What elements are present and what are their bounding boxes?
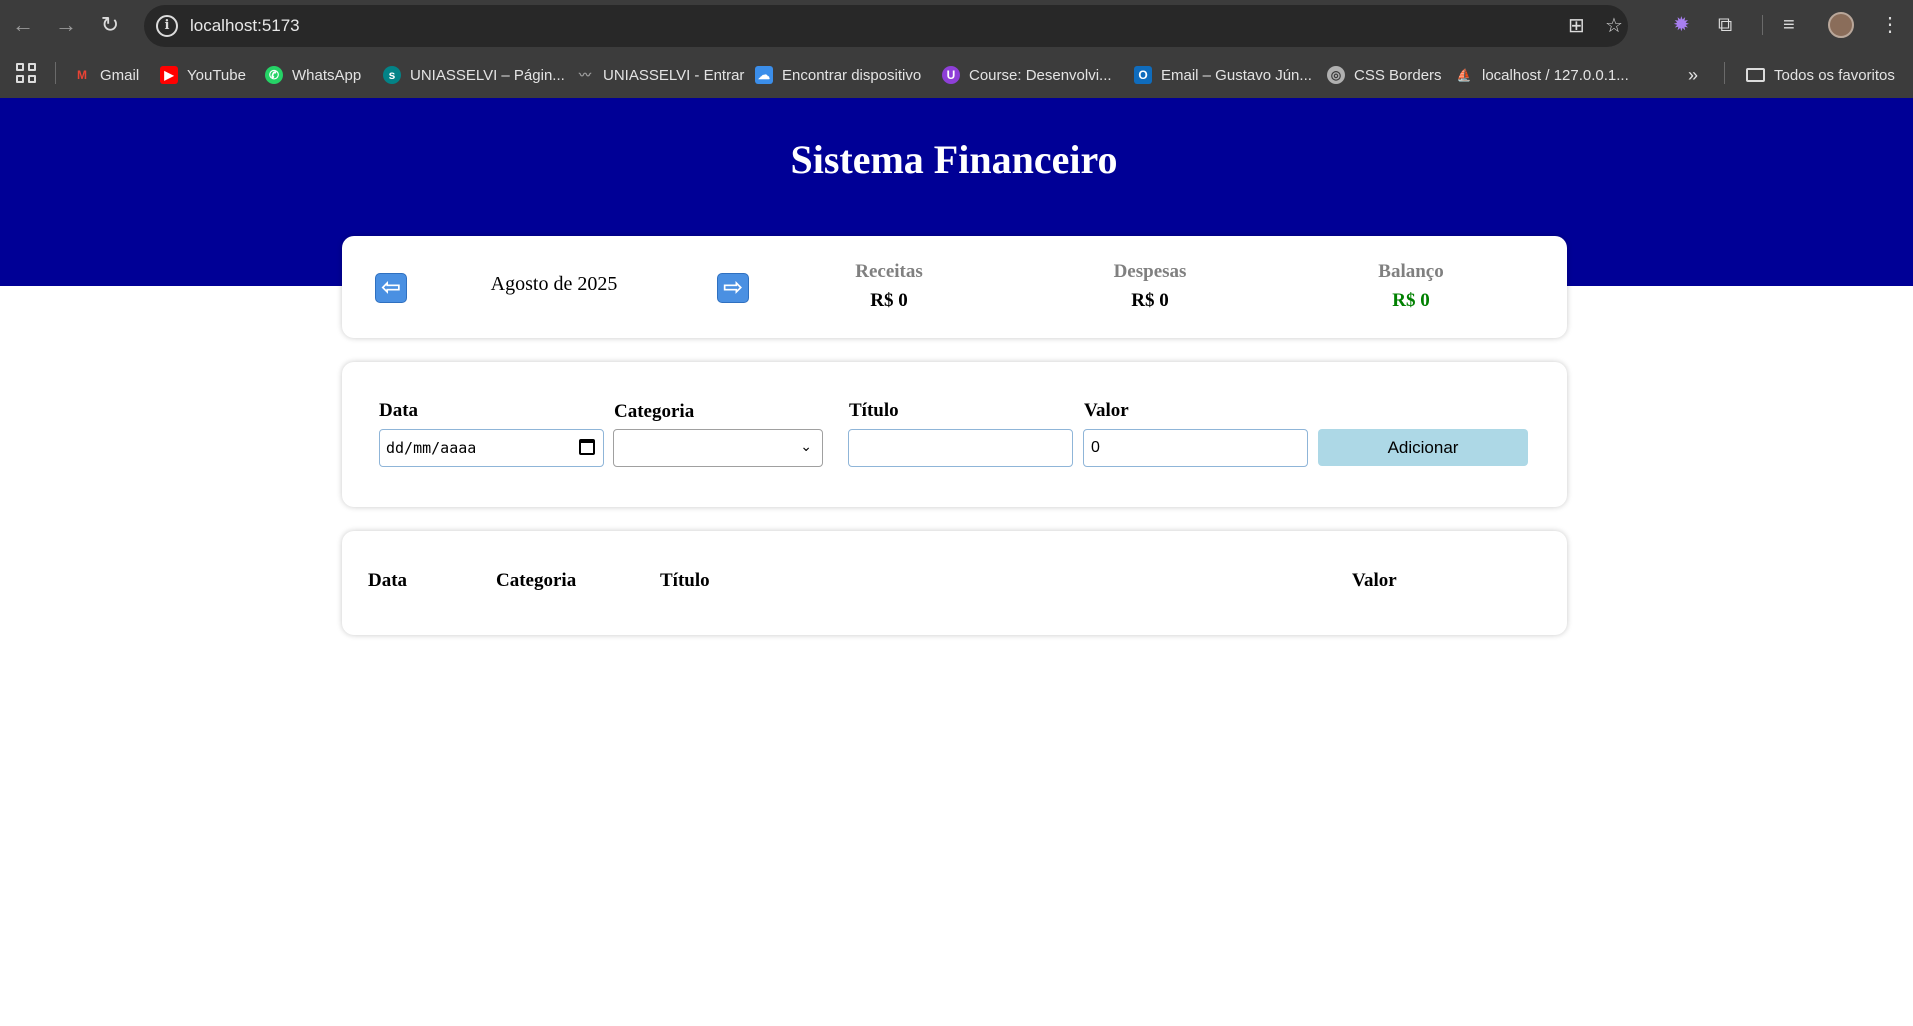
all-bookmarks-label: Todos os favoritos <box>1774 66 1895 84</box>
categoria-select[interactable]: ⌄ <box>613 429 823 467</box>
despesas-label: Despesas <box>1113 261 1187 282</box>
bookmark-label: UNIASSELVI – Págin... <box>410 66 565 84</box>
bookmark-encontrar-dispositivo[interactable]: ☁ Encontrar dispositivo <box>755 62 921 88</box>
receitas-label: Receitas <box>855 261 923 282</box>
balanco-label: Balanço <box>1378 261 1444 282</box>
extension-gear-icon[interactable]: ✹ <box>1673 12 1690 38</box>
prev-month-button[interactable]: ⇦ <box>375 273 407 303</box>
more-bookmarks-chevron-icon[interactable]: » <box>1688 62 1698 88</box>
site-info-icon[interactable]: i <box>156 15 178 37</box>
bookmark-youtube[interactable]: ▶ YouTube <box>160 62 246 88</box>
globe-icon: ◎ <box>1327 66 1345 84</box>
bookmark-label: UNIASSELVI - Entrar <box>603 66 745 84</box>
browser-toolbar: ← → ↻ i localhost:5173 ⊞ ☆ ✹ ⧉ ≡ ⋮ <box>0 0 1913 50</box>
reading-list-icon[interactable]: ≡ <box>1783 12 1795 38</box>
bookmark-localhost[interactable]: ⛵ localhost / 127.0.0.1... <box>1455 62 1629 88</box>
bookmark-label: Encontrar dispositivo <box>782 66 922 84</box>
bookmark-gmail[interactable]: M Gmail <box>73 62 139 88</box>
bookmark-label: Gmail <box>100 66 140 84</box>
bookmarks-divider <box>1724 62 1725 84</box>
apps-grid-icon[interactable] <box>16 63 36 83</box>
youtube-icon: ▶ <box>160 66 178 84</box>
phpmyadmin-icon: ⛵ <box>1456 68 1472 82</box>
browser-chrome: ← → ↻ i localhost:5173 ⊞ ☆ ✹ ⧉ ≡ ⋮ M Gma… <box>0 0 1913 98</box>
uniasselvi-icon: 〰 <box>578 68 591 82</box>
data-field-label: Data <box>379 400 419 421</box>
cloud-icon: ☁ <box>755 66 773 84</box>
titulo-input[interactable] <box>848 429 1073 467</box>
back-arrow-icon[interactable]: ← <box>10 12 36 38</box>
receitas-value: R$ 0 <box>870 290 908 311</box>
valor-input[interactable]: 0 <box>1083 429 1308 467</box>
column-header-data: Data <box>368 570 408 591</box>
bookmarks-divider <box>55 62 56 84</box>
date-input[interactable]: dd/mm/aaaa <box>379 429 604 467</box>
date-placeholder: dd/mm/aaaa <box>386 439 477 457</box>
info-card: ⇦ Agosto de 2025 ⇨ Receitas R$ 0 Despesa… <box>342 236 1567 338</box>
bookmark-star-icon[interactable]: ☆ <box>1605 14 1623 38</box>
toolbar-divider <box>1762 15 1763 35</box>
bookmark-course[interactable]: U Course: Desenvolvi... <box>942 62 1112 88</box>
bookmark-uniasselvi-pagina[interactable]: s UNIASSELVI – Págin... <box>383 62 565 88</box>
valor-value: 0 <box>1091 439 1100 456</box>
column-header-titulo: Título <box>660 570 710 591</box>
bookmark-uniasselvi-entrar[interactable]: 〰 UNIASSELVI - Entrar <box>576 62 744 88</box>
menu-kebab-icon[interactable]: ⋮ <box>1880 12 1900 38</box>
column-header-valor: Valor <box>1352 570 1397 591</box>
bookmark-whatsapp[interactable]: ✆ WhatsApp <box>265 62 361 88</box>
balanco-value: R$ 0 <box>1392 290 1430 311</box>
chevron-down-icon: ⌄ <box>800 439 812 455</box>
bookmark-css-borders[interactable]: ◎ CSS Borders <box>1327 62 1442 88</box>
bookmark-label: localhost / 127.0.0.1... <box>1482 66 1629 84</box>
gmail-icon: M <box>77 68 87 82</box>
profile-avatar[interactable] <box>1828 12 1854 38</box>
bookmark-label: Course: Desenvolvi... <box>969 66 1112 84</box>
bookmark-email[interactable]: O Email – Gustavo Jún... <box>1134 62 1312 88</box>
despesas-summary: Despesas R$ 0 <box>1050 261 1250 312</box>
folder-icon <box>1746 68 1765 82</box>
forward-arrow-icon[interactable]: → <box>53 12 79 38</box>
whatsapp-icon: ✆ <box>265 66 283 84</box>
page-title: Sistema Financeiro <box>790 137 1118 182</box>
bookmark-label: Email – Gustavo Jún... <box>1161 66 1312 84</box>
calendar-icon[interactable] <box>579 439 595 455</box>
address-bar[interactable]: i localhost:5173 ⊞ ☆ <box>144 5 1628 47</box>
extensions-puzzle-icon[interactable]: ⧉ <box>1718 12 1732 38</box>
column-header-categoria: Categoria <box>496 570 577 591</box>
receitas-summary: Receitas R$ 0 <box>789 261 989 312</box>
entries-table: Data Categoria Título Valor <box>342 531 1567 635</box>
bookmark-label: CSS Borders <box>1354 66 1442 84</box>
current-month: Agosto de 2025 <box>490 273 618 295</box>
categoria-field-label: Categoria <box>614 401 695 422</box>
course-icon: U <box>942 66 960 84</box>
sharepoint-icon: s <box>383 66 401 84</box>
translate-icon[interactable]: ⊞ <box>1568 14 1585 38</box>
despesas-value: R$ 0 <box>1131 290 1169 311</box>
address-url[interactable]: localhost:5173 <box>190 16 300 36</box>
all-bookmarks-folder[interactable]: Todos os favoritos <box>1746 62 1895 88</box>
reload-icon[interactable]: ↻ <box>97 12 123 38</box>
bookmark-label: WhatsApp <box>292 66 362 84</box>
add-entry-form: Data dd/mm/aaaa Categoria ⌄ Título Valor… <box>342 362 1567 507</box>
outlook-icon: O <box>1134 66 1152 84</box>
next-month-button[interactable]: ⇨ <box>717 273 749 303</box>
bookmark-label: YouTube <box>187 66 246 84</box>
add-button[interactable]: Adicionar <box>1318 429 1528 466</box>
titulo-field-label: Título <box>849 400 899 421</box>
valor-field-label: Valor <box>1084 400 1129 421</box>
balanco-summary: Balanço R$ 0 <box>1311 261 1511 312</box>
